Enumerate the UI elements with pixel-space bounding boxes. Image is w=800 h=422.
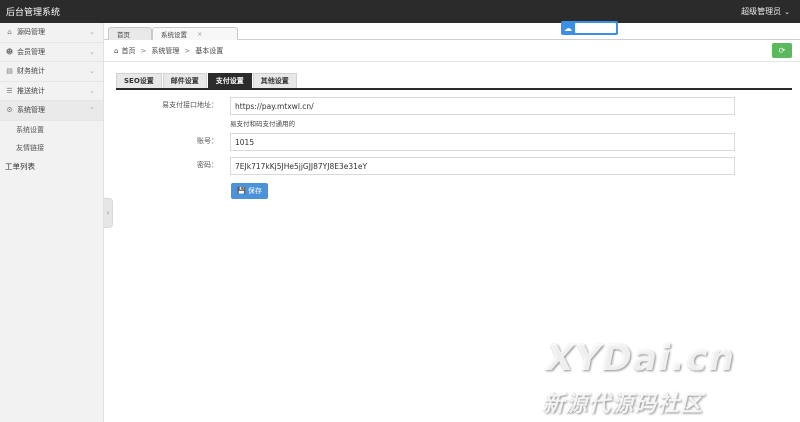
breadcrumb-item[interactable]: 系统管理	[151, 46, 179, 56]
password-input[interactable]: 7EJk717kKj5JHe5jjGJJ87YJ8E3e31eY	[230, 157, 735, 175]
chevron-down-icon: ⌄	[89, 86, 95, 95]
watermark-main: XYDai.cn	[546, 338, 735, 379]
sidebar-item-source[interactable]: ⌂ 源码管理 ⌄	[0, 23, 103, 43]
chevron-down-icon: ⌄	[89, 67, 95, 75]
sidebar-item-tickets[interactable]: 工单列表	[0, 157, 103, 177]
sidebar: ⌂ 源码管理 ⌄ ☻ 会员管理 ⌄ ▤ 财务统计 ⌄ ☰ 推送统计 ⌄ ⚙ 系统…	[0, 23, 104, 422]
api-url-input[interactable]: https://pay.mtxwl.cn/	[230, 97, 735, 115]
chart-icon: ▤	[6, 67, 13, 76]
sidebar-subitem-system-settings[interactable]: 系统设置	[0, 121, 103, 139]
top-bar: 后台管理系统 超级管理员 ⌄	[0, 0, 800, 23]
chevron-left-icon: ‹	[106, 209, 110, 217]
breadcrumb-separator: >	[140, 46, 147, 55]
api-url-label: 易支付接口地址：	[162, 101, 218, 109]
tab-other-settings[interactable]: 其他设置	[252, 73, 297, 88]
breadcrumb-item[interactable]: 首页	[121, 46, 135, 56]
save-icon: 💾	[237, 187, 246, 195]
user-menu[interactable]: 超级管理员 ⌄	[741, 6, 790, 17]
tab-label: 系统设置	[161, 31, 187, 39]
tab-mail-settings[interactable]: 邮件设置	[162, 73, 207, 88]
sidebar-item-label: 源码管理	[17, 28, 45, 37]
sidebar-item-label: 推送统计	[17, 86, 45, 95]
sidebar-item-label: 系统管理	[17, 106, 45, 115]
cloud-widget-field	[575, 23, 616, 33]
tab-label: 首页	[117, 31, 130, 39]
save-button-label: 保存	[247, 187, 262, 195]
tab-home[interactable]: 首页	[108, 27, 152, 40]
watermark: XYDai.cn 新源代源码社区	[540, 338, 790, 422]
sidebar-item-label: 财务统计	[17, 67, 45, 76]
cloud-widget[interactable]: ☁	[561, 21, 618, 35]
tab-seo-settings[interactable]: SEO设置	[116, 73, 162, 88]
refresh-icon: ⟳	[778, 46, 786, 55]
close-icon[interactable]: ×	[197, 30, 202, 38]
api-url-help: 易支付和码支付通用的	[230, 120, 295, 128]
cloud-icon: ☁	[564, 23, 572, 33]
account-input[interactable]: 1015	[230, 133, 735, 151]
chevron-up-icon: ⌃	[89, 106, 95, 114]
sidebar-collapse-handle[interactable]: ‹	[104, 198, 113, 228]
home-icon: ⌂	[7, 28, 12, 37]
sidebar-item-label: 会员管理	[17, 47, 45, 56]
account-label: 账号：	[197, 137, 218, 145]
settings-tabs: SEO设置 邮件设置 支付设置 其他设置	[116, 73, 792, 90]
chevron-down-icon: ⌄	[89, 28, 95, 36]
breadcrumb-separator: >	[184, 46, 191, 55]
save-button[interactable]: 💾 保存	[231, 183, 268, 199]
chevron-down-icon: ⌄	[784, 7, 790, 16]
sidebar-item-finance[interactable]: ▤ 财务统计 ⌄	[0, 62, 103, 82]
breadcrumb-item: 基本设置	[195, 46, 224, 55]
chevron-down-icon: ⌄	[89, 47, 95, 56]
sidebar-item-push[interactable]: ☰ 推送统计 ⌄	[0, 82, 103, 101]
tab-strip: 首页 系统设置 ×	[104, 23, 800, 40]
refresh-button[interactable]: ⟳	[772, 43, 792, 58]
tab-payment-settings[interactable]: 支付设置	[207, 73, 252, 88]
breadcrumb: ⌂ 首页 > 系统管理 > 基本设置 ⟳	[104, 40, 800, 62]
tab-system-settings[interactable]: 系统设置 ×	[152, 27, 238, 40]
gear-icon: ⚙	[6, 106, 13, 115]
watermark-sub: 新源代源码社区	[542, 392, 704, 417]
sidebar-subitem-friend-links[interactable]: 友情链接	[0, 139, 103, 157]
sidebar-item-members[interactable]: ☻ 会员管理 ⌄	[0, 43, 103, 62]
app-title: 后台管理系统	[6, 8, 61, 18]
user-icon: ☻	[5, 47, 14, 56]
list-icon: ☰	[6, 86, 13, 95]
user-name: 超级管理员	[741, 7, 782, 16]
password-label: 密码：	[197, 161, 218, 169]
sidebar-item-system[interactable]: ⚙ 系统管理 ⌃	[0, 101, 103, 121]
home-icon: ⌂	[114, 46, 119, 55]
